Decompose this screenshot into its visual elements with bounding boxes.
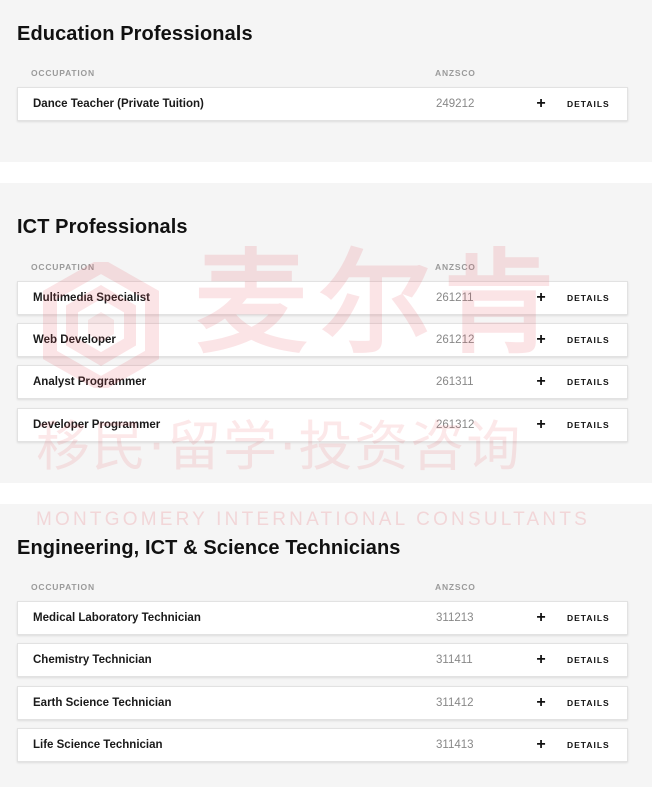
plus-icon[interactable]: + xyxy=(534,608,548,628)
plus-icon[interactable]: + xyxy=(534,288,548,308)
occupation-name: Web Developer xyxy=(33,334,116,346)
details-button[interactable]: DETAILS xyxy=(567,698,610,708)
section-title: ICT Professionals xyxy=(17,216,188,238)
occupation-row[interactable]: Medical Laboratory Technician 311213 + D… xyxy=(17,601,628,635)
plus-icon[interactable]: + xyxy=(534,650,548,670)
occupation-row[interactable]: Web Developer 261212 + DETAILS xyxy=(17,323,628,357)
occupation-name: Analyst Programmer xyxy=(33,376,147,388)
column-header-anzsco: ANZSCO xyxy=(435,582,476,592)
section-ict-professionals: ICT Professionals OCCUPATION ANZSCO Mult… xyxy=(0,183,652,483)
plus-icon[interactable]: + xyxy=(534,693,548,713)
section-engineering-ict-science-technicians: Engineering, ICT & Science Technicians O… xyxy=(0,504,652,787)
column-header-anzsco: ANZSCO xyxy=(435,262,476,272)
plus-icon[interactable]: + xyxy=(534,330,548,350)
anzsco-code: 261211 xyxy=(436,292,474,304)
details-button[interactable]: DETAILS xyxy=(567,740,610,750)
occupation-row[interactable]: Dance Teacher (Private Tuition) 249212 +… xyxy=(17,87,628,121)
occupation-row[interactable]: Multimedia Specialist 261211 + DETAILS xyxy=(17,281,628,315)
occupation-name: Earth Science Technician xyxy=(33,697,172,709)
anzsco-code: 249212 xyxy=(436,98,475,110)
details-button[interactable]: DETAILS xyxy=(567,293,610,303)
column-header-occupation: OCCUPATION xyxy=(31,68,95,78)
occupation-name: Multimedia Specialist xyxy=(33,292,150,304)
occupation-list-page: Education Professionals OCCUPATION ANZSC… xyxy=(0,0,652,787)
plus-icon[interactable]: + xyxy=(534,94,548,114)
plus-icon[interactable]: + xyxy=(534,735,548,755)
occupation-name: Medical Laboratory Technician xyxy=(33,612,201,624)
anzsco-code: 261311 xyxy=(436,376,474,388)
details-button[interactable]: DETAILS xyxy=(567,613,610,623)
plus-icon[interactable]: + xyxy=(534,415,548,435)
anzsco-code: 311411 xyxy=(436,654,473,666)
details-button[interactable]: DETAILS xyxy=(567,655,610,665)
occupation-name: Chemistry Technician xyxy=(33,654,152,666)
occupation-row[interactable]: Analyst Programmer 261311 + DETAILS xyxy=(17,365,628,399)
section-title: Engineering, ICT & Science Technicians xyxy=(17,537,401,559)
occupation-row[interactable]: Developer Programmer 261312 + DETAILS xyxy=(17,408,628,442)
details-button[interactable]: DETAILS xyxy=(567,335,610,345)
occupation-name: Dance Teacher (Private Tuition) xyxy=(33,98,204,110)
plus-icon[interactable]: + xyxy=(534,372,548,392)
occupation-name: Developer Programmer xyxy=(33,419,161,431)
column-header-occupation: OCCUPATION xyxy=(31,262,95,272)
occupation-name: Life Science Technician xyxy=(33,739,163,751)
anzsco-code: 261212 xyxy=(436,334,475,346)
column-header-anzsco: ANZSCO xyxy=(435,68,476,78)
details-button[interactable]: DETAILS xyxy=(567,99,610,109)
anzsco-code: 311413 xyxy=(436,739,474,751)
anzsco-code: 311412 xyxy=(436,697,474,709)
details-button[interactable]: DETAILS xyxy=(567,377,610,387)
occupation-row[interactable]: Life Science Technician 311413 + DETAILS xyxy=(17,728,628,762)
column-header-occupation: OCCUPATION xyxy=(31,582,95,592)
occupation-row[interactable]: Chemistry Technician 311411 + DETAILS xyxy=(17,643,628,677)
section-title: Education Professionals xyxy=(17,23,253,45)
occupation-row[interactable]: Earth Science Technician 311412 + DETAIL… xyxy=(17,686,628,720)
anzsco-code: 311213 xyxy=(436,612,474,624)
anzsco-code: 261312 xyxy=(436,419,475,431)
section-education-professionals: Education Professionals OCCUPATION ANZSC… xyxy=(0,0,652,162)
details-button[interactable]: DETAILS xyxy=(567,420,610,430)
